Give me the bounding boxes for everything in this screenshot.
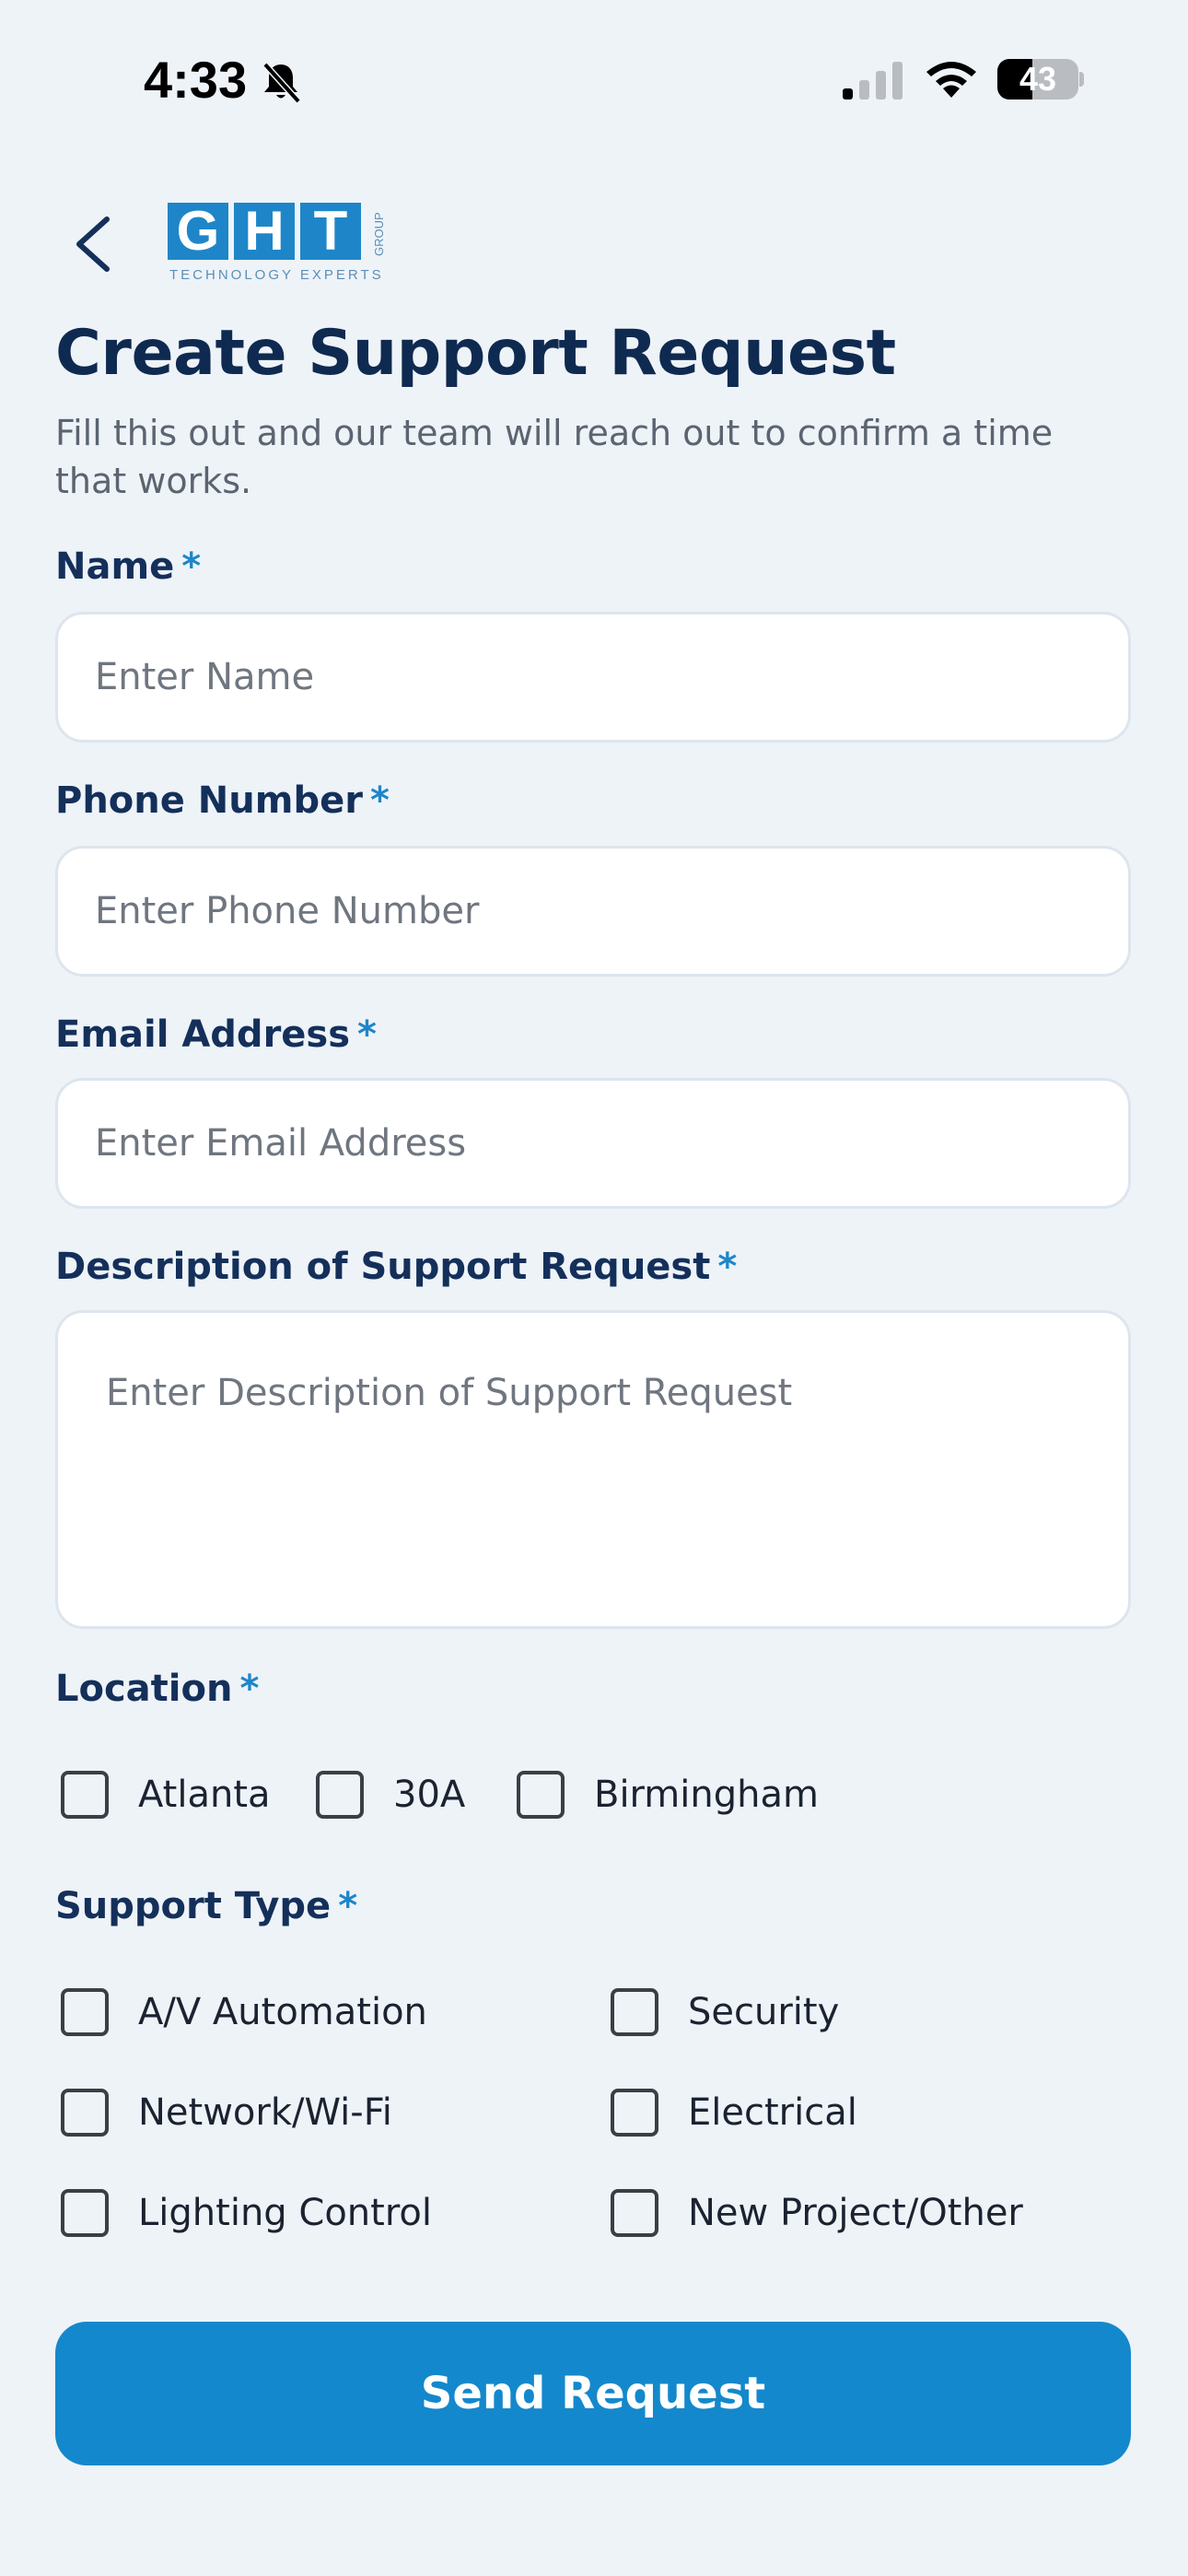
phone-label: Phone Number *: [55, 779, 390, 822]
checkbox[interactable]: [316, 1771, 364, 1819]
checkbox[interactable]: [61, 2189, 109, 2237]
name-label-text: Name: [55, 545, 175, 588]
description-label: Description of Support Request *: [55, 1246, 737, 1288]
location-option-30a[interactable]: 30A: [316, 1767, 465, 1822]
check-label: New Project/Other: [688, 2192, 1023, 2234]
checkbox[interactable]: [611, 1988, 658, 2036]
bell-slash-icon: [262, 62, 301, 104]
location-label: Location *: [55, 1668, 259, 1710]
page-title: Create Support Request: [55, 317, 896, 390]
status-time: 4:33: [144, 51, 248, 109]
check-label: A/V Automation: [138, 1991, 427, 2033]
checkbox[interactable]: [61, 2089, 109, 2137]
required-asterisk: *: [181, 545, 202, 588]
support-option-electrical[interactable]: Electrical: [611, 2085, 857, 2140]
check-label: 30A: [393, 1774, 466, 1816]
required-asterisk: *: [369, 779, 390, 822]
check-label: Network/Wi-Fi: [138, 2091, 392, 2134]
email-input[interactable]: [55, 1078, 1131, 1209]
checkbox[interactable]: [611, 2189, 658, 2237]
required-asterisk: *: [338, 1885, 358, 1927]
checkbox[interactable]: [61, 1988, 109, 2036]
logo-group-text: GROUP: [372, 212, 386, 256]
phone-input[interactable]: [55, 846, 1131, 977]
required-asterisk: *: [717, 1246, 738, 1288]
support-option-av-automation[interactable]: A/V Automation: [61, 1985, 427, 2040]
wifi-icon: [926, 62, 976, 98]
email-label-text: Email Address: [55, 1013, 351, 1056]
name-label: Name *: [55, 545, 201, 588]
support-type-label-text: Support Type: [55, 1885, 332, 1927]
send-request-button[interactable]: Send Request: [55, 2322, 1131, 2465]
required-asterisk: *: [357, 1013, 377, 1056]
logo-letter-g: G: [168, 203, 228, 260]
logo-letter-h: H: [234, 203, 295, 260]
support-option-network-wifi[interactable]: Network/Wi-Fi: [61, 2085, 392, 2140]
company-logo: G H T GROUP TECHNOLOGY EXPERTS: [168, 203, 407, 287]
support-type-label: Support Type *: [55, 1885, 357, 1927]
name-input[interactable]: [55, 612, 1131, 743]
check-label: Electrical: [688, 2091, 857, 2134]
location-option-atlanta[interactable]: Atlanta: [61, 1767, 271, 1822]
checkbox[interactable]: [611, 2089, 658, 2137]
back-chevron-icon[interactable]: [66, 212, 122, 276]
check-label: Atlanta: [138, 1774, 271, 1816]
support-option-security[interactable]: Security: [611, 1985, 839, 2040]
email-label: Email Address *: [55, 1013, 377, 1056]
battery-icon: 43: [997, 59, 1084, 100]
logo-tagline: TECHNOLOGY EXPERTS: [169, 267, 384, 283]
location-label-text: Location: [55, 1668, 233, 1710]
battery-percent: 43: [1019, 60, 1057, 98]
cellular-signal-icon: [843, 62, 903, 100]
description-textarea[interactable]: [55, 1310, 1131, 1629]
required-asterisk: *: [239, 1668, 260, 1710]
check-label: Lighting Control: [138, 2192, 432, 2234]
support-option-lighting-control[interactable]: Lighting Control: [61, 2185, 432, 2241]
status-bar: 4:33 43: [0, 0, 1188, 157]
page-subtitle: Fill this out and our team will reach ou…: [55, 413, 1054, 501]
logo-letter-t: T: [300, 203, 361, 260]
checkbox[interactable]: [517, 1771, 565, 1819]
support-option-new-project-other[interactable]: New Project/Other: [611, 2185, 1023, 2241]
location-option-birmingham[interactable]: Birmingham: [517, 1767, 819, 1822]
check-label: Security: [688, 1991, 840, 2033]
description-label-text: Description of Support Request: [55, 1246, 711, 1288]
phone-label-text: Phone Number: [55, 779, 363, 822]
check-label: Birmingham: [594, 1774, 819, 1816]
checkbox[interactable]: [61, 1771, 109, 1819]
